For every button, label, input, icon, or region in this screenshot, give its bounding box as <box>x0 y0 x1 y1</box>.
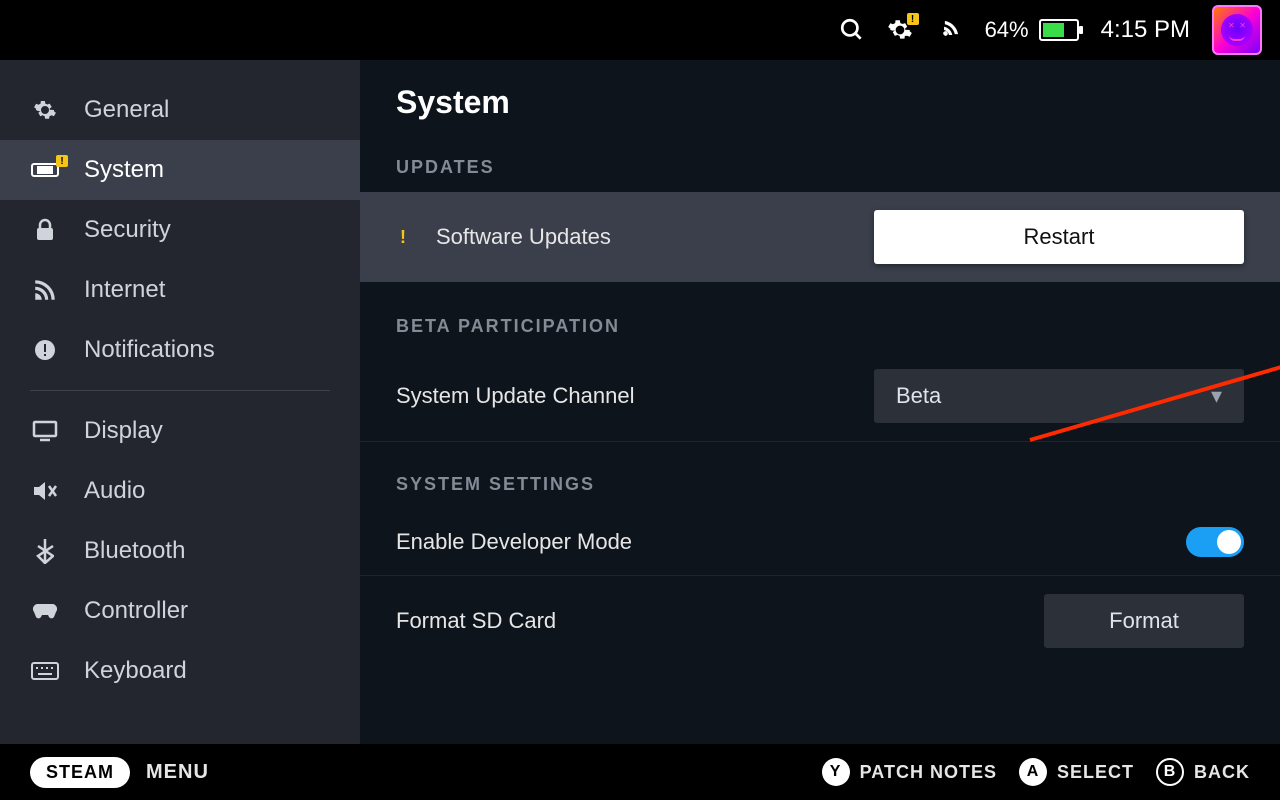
bluetooth-icon <box>30 538 60 564</box>
update-alert-icon: ! <box>396 230 410 244</box>
software-updates-label: Software Updates <box>436 224 611 250</box>
row-dev-mode: Enable Developer Mode <box>360 509 1280 576</box>
page-title: System <box>360 84 1280 143</box>
dev-mode-label: Enable Developer Mode <box>396 529 632 555</box>
sidebar-label: General <box>84 96 169 124</box>
sidebar-item-security[interactable]: Security <box>0 200 360 260</box>
sidebar-label: Display <box>84 417 163 445</box>
sidebar-item-general[interactable]: General <box>0 80 360 140</box>
footer-bar: STEAM MENU YPATCH NOTES ASELECT BBACK <box>0 744 1280 800</box>
hint-back[interactable]: BBACK <box>1156 758 1250 786</box>
sidebar-item-bluetooth[interactable]: Bluetooth <box>0 521 360 581</box>
display-icon <box>30 420 60 442</box>
audio-mute-icon <box>30 480 60 502</box>
gear-icon <box>30 98 60 122</box>
divider <box>30 390 330 391</box>
update-channel-select[interactable]: Beta ▾ <box>874 369 1244 423</box>
menu-label[interactable]: MENU <box>146 761 209 784</box>
avatar[interactable] <box>1212 5 1262 55</box>
main-panel: System UPDATES ! Software Updates Restar… <box>360 60 1280 744</box>
battery-percent: 64% <box>985 17 1029 43</box>
b-button-icon: B <box>1156 758 1184 786</box>
sidebar-label: Keyboard <box>84 657 187 685</box>
controller-icon <box>30 602 60 620</box>
hint-patch-notes[interactable]: YPATCH NOTES <box>822 758 997 786</box>
row-format-sd: Format SD Card Format <box>360 576 1280 666</box>
row-update-channel: System Update Channel Beta ▾ <box>360 351 1280 442</box>
sidebar-label: Controller <box>84 597 188 625</box>
y-button-icon: Y <box>822 758 850 786</box>
sidebar-label: Notifications <box>84 336 215 364</box>
sidebar-item-controller[interactable]: Controller <box>0 581 360 641</box>
sidebar-label: Security <box>84 216 171 244</box>
sidebar-label: Audio <box>84 477 145 505</box>
sidebar-label: Internet <box>84 276 165 304</box>
dev-mode-toggle[interactable] <box>1186 527 1244 557</box>
sidebar-label: Bluetooth <box>84 537 185 565</box>
sidebar-item-internet[interactable]: Internet <box>0 260 360 320</box>
battery-status: 64% <box>985 17 1079 43</box>
a-button-icon: A <box>1019 758 1047 786</box>
section-system-settings: SYSTEM SETTINGS <box>360 460 1280 509</box>
hint-select[interactable]: ASELECT <box>1019 758 1134 786</box>
sidebar-item-keyboard[interactable]: Keyboard <box>0 641 360 701</box>
format-button[interactable]: Format <box>1044 594 1244 648</box>
settings-icon[interactable] <box>887 17 913 43</box>
section-beta: BETA PARTICIPATION <box>360 302 1280 351</box>
chevron-down-icon: ▾ <box>1211 383 1222 409</box>
status-bar: 64% 4:15 PM <box>0 0 1280 60</box>
row-software-updates[interactable]: ! Software Updates Restart <box>360 192 1280 282</box>
signal-icon <box>30 277 60 303</box>
update-channel-value: Beta <box>896 383 941 409</box>
settings-sidebar: General System Security Internet Notific… <box>0 60 360 744</box>
format-sd-label: Format SD Card <box>396 608 556 634</box>
keyboard-icon <box>30 662 60 680</box>
sidebar-item-notifications[interactable]: Notifications <box>0 320 360 380</box>
deck-icon <box>30 161 60 179</box>
lock-icon <box>30 218 60 242</box>
section-updates: UPDATES <box>360 143 1280 192</box>
clock: 4:15 PM <box>1101 16 1190 44</box>
search-icon[interactable] <box>839 17 865 43</box>
restart-button[interactable]: Restart <box>874 210 1244 264</box>
sidebar-label: System <box>84 156 164 184</box>
update-channel-label: System Update Channel <box>396 383 634 409</box>
sidebar-item-display[interactable]: Display <box>0 401 360 461</box>
alert-icon <box>30 338 60 362</box>
steam-button[interactable]: STEAM <box>30 757 130 788</box>
battery-icon <box>1039 19 1079 41</box>
sidebar-item-audio[interactable]: Audio <box>0 461 360 521</box>
sidebar-item-system[interactable]: System <box>0 140 360 200</box>
wifi-icon[interactable] <box>935 16 963 44</box>
